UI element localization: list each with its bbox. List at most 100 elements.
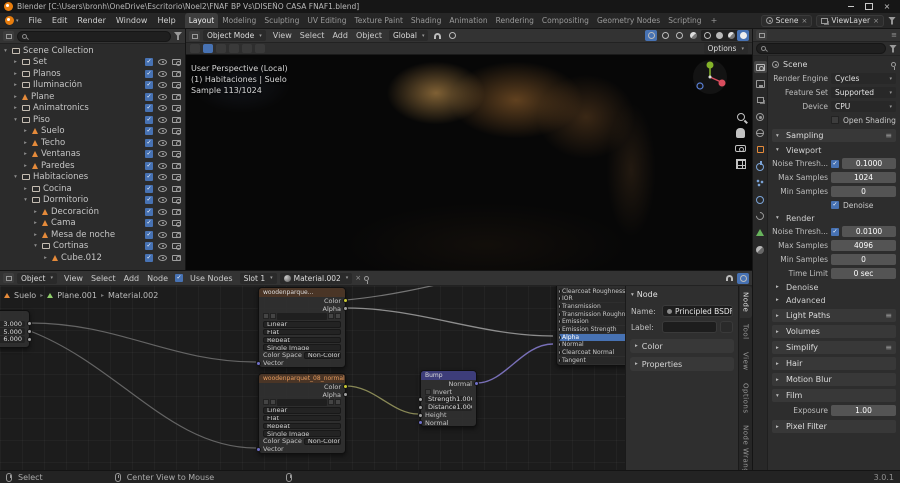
expand-arrow-icon[interactable]: ▸ — [12, 94, 19, 100]
checkbox-icon[interactable]: ✓ — [145, 185, 153, 193]
camera-toggle-icon[interactable] — [172, 197, 181, 203]
camera-toggle-icon[interactable] — [172, 140, 181, 146]
image-name-field[interactable] — [277, 399, 327, 406]
node-label-field[interactable] — [662, 321, 717, 333]
sidebar-tab[interactable]: Node — [740, 286, 752, 318]
slot-dropdown[interactable]: Slot 1 — [240, 273, 277, 284]
checkbox-icon[interactable]: ✓ — [145, 81, 153, 89]
sampling-section-header[interactable]: ▾ Sampling ≡ — [772, 129, 896, 142]
workspace-tab[interactable]: Rendering — [492, 13, 538, 28]
colorspace-dropdown[interactable]: Non-Color — [304, 352, 341, 359]
expand-arrow-icon[interactable]: ▾ — [22, 197, 29, 203]
colorspace-dropdown[interactable]: Non-Color — [304, 438, 341, 445]
camera-toggle-icon[interactable] — [172, 220, 181, 226]
node-dropdown[interactable]: Flat — [263, 415, 341, 422]
workspace-tab[interactable]: Animation — [445, 13, 491, 28]
properties-tab-physics[interactable] — [754, 194, 767, 206]
properties-tab-particles[interactable] — [754, 177, 767, 189]
noise-checkbox[interactable]: ✓ — [831, 160, 839, 168]
label-options-button[interactable] — [720, 321, 733, 333]
outliner-row-dormitorio[interactable]: ▾ Dormitorio ✓ — [0, 195, 185, 207]
viewport-menu-item[interactable]: Add — [328, 31, 352, 40]
shading-rendered-icon[interactable] — [737, 30, 749, 41]
checkbox-icon[interactable]: ✓ — [145, 127, 153, 135]
properties-tab-viewlayer[interactable] — [754, 94, 767, 106]
camera-toggle-icon[interactable] — [172, 232, 181, 238]
show-overlays-icon[interactable] — [673, 30, 685, 41]
editor-type-icon[interactable] — [189, 31, 200, 41]
pin-icon[interactable] — [364, 276, 369, 281]
outliner-row-techo[interactable]: ▸ Techo ✓ — [0, 137, 185, 149]
strength-slider[interactable]: Strength1.000 — [425, 396, 472, 403]
invert-checkbox[interactable] — [425, 389, 431, 395]
viewport-noise-field[interactable]: 0.1000 — [842, 158, 896, 169]
collapsed-section-header[interactable]: ▸ Motion Blur ≡ — [772, 373, 896, 386]
blender-menu-button[interactable] — [0, 13, 24, 28]
remove-viewlayer-icon[interactable]: × — [873, 17, 879, 25]
device-dropdown[interactable]: CPU — [831, 101, 896, 112]
viewport-menu-item[interactable]: Object — [352, 31, 386, 40]
camera-toggle-icon[interactable] — [172, 71, 181, 77]
advanced-subsection[interactable]: ▸ Advanced — [772, 294, 896, 306]
workspace-tab[interactable]: Modeling — [218, 13, 260, 28]
expand-arrow-icon[interactable]: ▸ — [42, 255, 49, 261]
workspace-tab[interactable]: Shading — [407, 13, 445, 28]
input-socket[interactable] — [559, 296, 561, 301]
camera-toggle-icon[interactable] — [172, 59, 181, 65]
eye-icon[interactable] — [158, 59, 167, 65]
eye-icon[interactable] — [158, 255, 167, 261]
properties-tab-material[interactable] — [754, 244, 767, 256]
section-menu-icon[interactable]: ≡ — [885, 343, 892, 352]
feature-set-dropdown[interactable]: Supported — [831, 87, 896, 98]
node-header[interactable]: Bump — [421, 371, 476, 380]
breadcrumb-object[interactable]: Suelo — [14, 291, 36, 300]
outliner-row-plane[interactable]: ▸ Plane ✓ — [0, 91, 185, 103]
input-socket[interactable] — [559, 319, 561, 324]
distance-input-socket[interactable] — [418, 405, 423, 410]
browse-icon[interactable] — [263, 313, 269, 319]
collapsed-section-header[interactable]: ▸ Volumes ≡ — [772, 325, 896, 338]
node-name-field[interactable]: Principled BSDF — [662, 305, 733, 317]
checkbox-icon[interactable]: ✓ — [145, 70, 153, 78]
node-dropdown[interactable]: Flat — [263, 329, 341, 336]
expand-arrow-icon[interactable]: ▸ — [22, 128, 29, 134]
zoom-icon[interactable] — [737, 113, 745, 121]
expand-arrow-icon[interactable]: ▸ — [32, 220, 39, 226]
shading-material-icon[interactable] — [725, 30, 737, 41]
header-menu-icon[interactable]: ≡ — [891, 31, 897, 39]
strength-input-socket[interactable] — [418, 397, 423, 402]
maximize-button[interactable] — [860, 0, 878, 13]
outliner-row-ventanas[interactable]: ▸ Ventanas ✓ — [0, 149, 185, 161]
tool-icon[interactable] — [255, 44, 265, 53]
expand-arrow-icon[interactable]: ▾ — [12, 117, 19, 123]
bsdf-input-row[interactable]: Alpha — [559, 334, 633, 341]
value-slider[interactable]: 6.000 — [0, 336, 25, 343]
eye-icon[interactable] — [158, 174, 167, 180]
workspace-tab[interactable]: Texture Paint — [350, 13, 406, 28]
camera-toggle-icon[interactable] — [172, 186, 181, 192]
node-canvas[interactable]: Suelo ▸ Plane.001 ▸ Material.002 3.000 5… — [0, 286, 752, 471]
checkbox-icon[interactable]: ✓ — [145, 150, 153, 158]
normal-input-socket[interactable] — [418, 420, 423, 425]
eye-icon[interactable] — [158, 128, 167, 134]
render-engine-dropdown[interactable]: Cycles — [831, 73, 896, 84]
collapsed-section-header[interactable]: ▸ Light Paths ≡ — [772, 309, 896, 322]
outliner-row-cama[interactable]: ▸ Cama ✓ — [0, 218, 185, 230]
eye-icon[interactable] — [158, 82, 167, 88]
render-max-samples-field[interactable]: 4096 — [831, 240, 896, 251]
shader-menu-item[interactable]: Node — [143, 274, 172, 283]
workspace-tab[interactable]: UV Editing — [303, 13, 350, 28]
section-menu-icon[interactable]: ≡ — [885, 131, 892, 140]
expand-arrow-icon[interactable]: ▸ — [32, 209, 39, 215]
unlink-scene-icon[interactable]: × — [802, 17, 808, 25]
input-socket[interactable] — [559, 350, 561, 355]
expand-arrow-icon[interactable]: ▸ — [12, 105, 19, 111]
breadcrumb-scene[interactable]: Scene — [783, 60, 807, 69]
camera-view-icon[interactable] — [735, 145, 746, 152]
bsdf-input-row[interactable]: Clearcoat Normal — [559, 349, 633, 356]
image-browse-row[interactable] — [259, 313, 345, 321]
menu-item[interactable]: Help — [152, 13, 180, 28]
bsdf-input-row[interactable]: Emission — [559, 318, 633, 325]
checkbox-icon[interactable]: ✓ — [145, 93, 153, 101]
options-dropdown[interactable]: Options — [704, 43, 748, 54]
